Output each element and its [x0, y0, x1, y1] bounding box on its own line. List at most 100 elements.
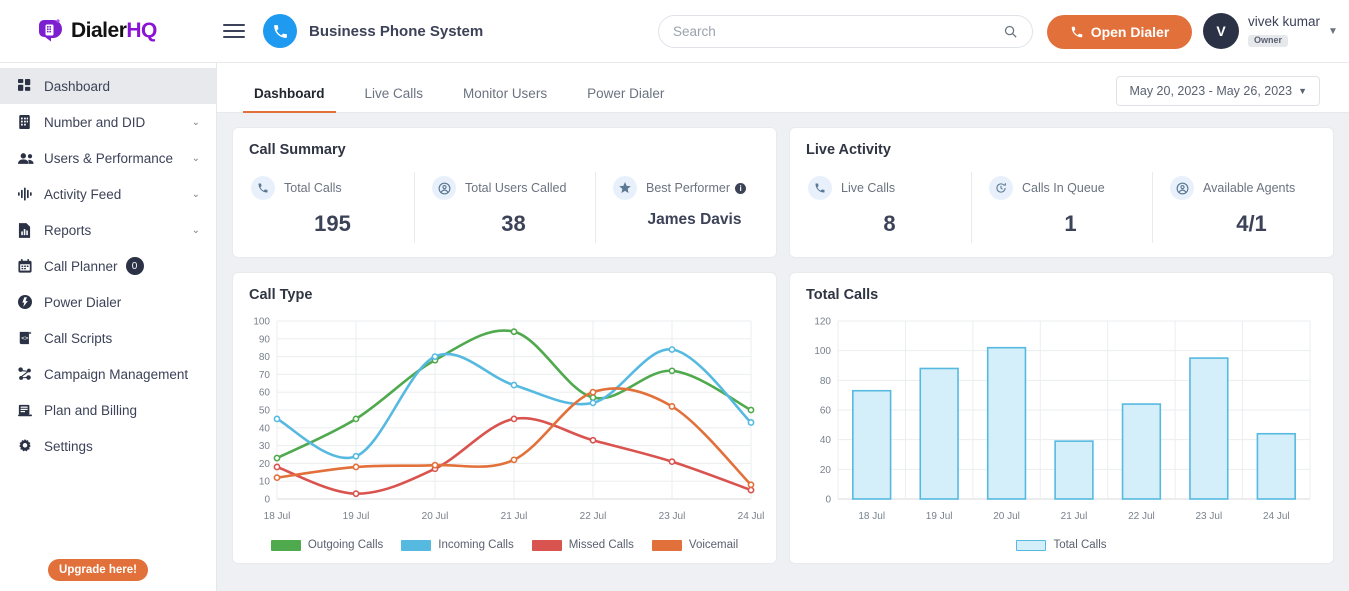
chevron-down-icon[interactable]: ⌄: [192, 153, 200, 164]
sidebar: Dashboard Number and DID ⌄ Users & Perfo…: [0, 63, 217, 591]
tab-monitor-users[interactable]: Monitor Users: [443, 86, 567, 112]
live-activity-title: Live Activity: [806, 142, 891, 158]
chevron-down-icon[interactable]: ⌄: [192, 117, 200, 128]
tab-live-calls[interactable]: Live Calls: [345, 86, 444, 112]
legend-label: Missed Calls: [568, 539, 634, 551]
svg-text:80: 80: [820, 376, 832, 387]
svg-text:18 Jul: 18 Jul: [264, 511, 291, 522]
calendar-icon: [18, 259, 44, 273]
chevron-down-icon[interactable]: ⌄: [192, 225, 200, 236]
svg-text:0: 0: [264, 495, 270, 506]
brand-logo[interactable]: DialerHQ: [0, 0, 217, 63]
chevron-down-icon[interactable]: ▼: [1328, 26, 1338, 37]
sidebar-item-label: Power Dialer: [44, 294, 122, 310]
sidebar-item-campaign-management[interactable]: Campaign Management: [0, 356, 216, 392]
search-input[interactable]: [673, 24, 1003, 39]
legend-item[interactable]: Voicemail: [651, 539, 739, 551]
user-circle-icon: [432, 176, 456, 200]
billing-icon: [18, 404, 44, 417]
search-icon[interactable]: [1003, 24, 1018, 39]
user-circle-icon: [1170, 176, 1194, 200]
open-dialer-button[interactable]: Open Dialer: [1047, 15, 1192, 49]
sidebar-item-call-planner[interactable]: Call Planner 0: [0, 248, 216, 284]
svg-text:22 Jul: 22 Jul: [580, 511, 607, 522]
sidebar-item-label: Dashboard: [44, 78, 111, 94]
report-chart-icon: [18, 222, 44, 238]
chevron-down-icon[interactable]: ⌄: [192, 189, 200, 200]
user-menu[interactable]: V vivek kumar Owner ▼: [1203, 13, 1338, 49]
legend-label: Voicemail: [688, 539, 739, 551]
svg-text:19 Jul: 19 Jul: [926, 511, 953, 522]
hamburger-menu-icon[interactable]: [223, 20, 245, 42]
svg-text:21 Jul: 21 Jul: [501, 511, 528, 522]
date-range-picker[interactable]: May 20, 2023 - May 26, 2023 ▼: [1116, 76, 1320, 106]
call-type-chart: 0 10 20 30 40 50 60 70 80 90 100 18 Jul 19 Jul 20 Jul…: [233, 303, 776, 533]
svg-text:<>: <>: [21, 335, 29, 342]
queue-clock-icon: [989, 176, 1013, 200]
sidebar-item-activity-feed[interactable]: Activity Feed ⌄: [0, 176, 216, 212]
svg-text:120: 120: [814, 317, 831, 328]
live-activity-stats: Live Calls 8 Calls In Queue 1 Available …: [790, 158, 1333, 257]
legend-label: Total Calls: [1053, 539, 1107, 551]
stat-total-calls: Total Calls 195: [233, 176, 414, 237]
sidebar-item-label: Reports: [44, 222, 92, 238]
upgrade-button[interactable]: Upgrade here!: [48, 559, 148, 581]
legend-item[interactable]: Total Calls: [1016, 539, 1107, 551]
svg-text:100: 100: [814, 346, 831, 357]
sidebar-item-settings[interactable]: Settings: [0, 428, 216, 464]
sidebar-item-power-dialer[interactable]: Power Dialer: [0, 284, 216, 320]
svg-text:20: 20: [259, 459, 271, 470]
call-summary-card: Call Summary Total Calls 195 Total Users…: [232, 127, 777, 258]
sidebar-item-reports[interactable]: Reports ⌄: [0, 212, 216, 248]
legend-item[interactable]: Incoming Calls: [401, 539, 514, 551]
svg-text:24 Jul: 24 Jul: [738, 511, 765, 522]
total-calls-chart-card: Total Calls 0 20 40 60 80 100 120 18 Jul 19 Jul 2…: [789, 272, 1334, 564]
date-range-text: May 20, 2023 - May 26, 2023: [1129, 84, 1293, 98]
phone-ring-icon: [808, 176, 832, 200]
total-calls-legend: Total Calls: [790, 533, 1333, 563]
stat-value: 38: [501, 211, 526, 236]
sidebar-item-label: Call Planner: [44, 258, 118, 274]
legend-swatch: [1016, 539, 1047, 551]
legend-label: Incoming Calls: [438, 539, 514, 551]
main-content: Dashboard Live Calls Monitor Users Power…: [217, 63, 1349, 591]
svg-text:90: 90: [259, 334, 271, 345]
call-type-title: Call Type: [249, 287, 313, 303]
sidebar-item-label: Users & Performance: [44, 150, 174, 166]
stat-label: Best Performer i: [646, 181, 747, 195]
dashboard-grid: Call Summary Total Calls 195 Total Users…: [217, 113, 1349, 564]
stat-label: Calls In Queue: [1022, 181, 1105, 195]
top-bar: DialerHQ Business Phone System Open Dial…: [0, 0, 1349, 63]
search-bar[interactable]: [658, 15, 1033, 48]
sidebar-item-label: Activity Feed: [44, 186, 122, 202]
stat-best-performer: Best Performer i James Davis: [595, 172, 776, 243]
total-calls-chart: 0 20 40 60 80 100 120 18 Jul 19 Jul 20 Jul 21 Jul 2…: [790, 303, 1333, 533]
app-title: Business Phone System: [309, 22, 484, 40]
campaign-nodes-icon: [18, 367, 44, 381]
legend-label: Outgoing Calls: [307, 539, 384, 551]
svg-text:40: 40: [259, 423, 271, 434]
star-icon: [613, 176, 637, 200]
info-icon[interactable]: i: [735, 182, 747, 194]
tab-power-dialer[interactable]: Power Dialer: [567, 86, 684, 112]
tab-dashboard[interactable]: Dashboard: [234, 86, 345, 113]
chevron-down-icon: ▼: [1298, 86, 1307, 96]
keypad-icon: [18, 115, 44, 129]
phone-ring-icon: [263, 14, 297, 48]
legend-item[interactable]: Outgoing Calls: [270, 539, 384, 551]
user-role-badge: Owner: [1248, 34, 1289, 47]
svg-text:80: 80: [259, 352, 271, 363]
avatar: V: [1203, 13, 1239, 49]
stat-live-calls: Live Calls 8: [790, 176, 971, 237]
sidebar-item-dashboard[interactable]: Dashboard: [0, 68, 216, 104]
svg-text:23 Jul: 23 Jul: [1196, 511, 1223, 522]
legend-item[interactable]: Missed Calls: [531, 539, 634, 551]
sidebar-item-number-and-did[interactable]: Number and DID ⌄: [0, 104, 216, 140]
sidebar-item-call-scripts[interactable]: <> Call Scripts: [0, 320, 216, 356]
total-calls-title: Total Calls: [806, 287, 879, 303]
legend-swatch: [531, 539, 562, 551]
stat-value: 195: [314, 211, 351, 236]
sidebar-item-users-performance[interactable]: Users & Performance ⌄: [0, 140, 216, 176]
legend-swatch: [270, 539, 301, 551]
sidebar-item-plan-and-billing[interactable]: Plan and Billing: [0, 392, 216, 428]
